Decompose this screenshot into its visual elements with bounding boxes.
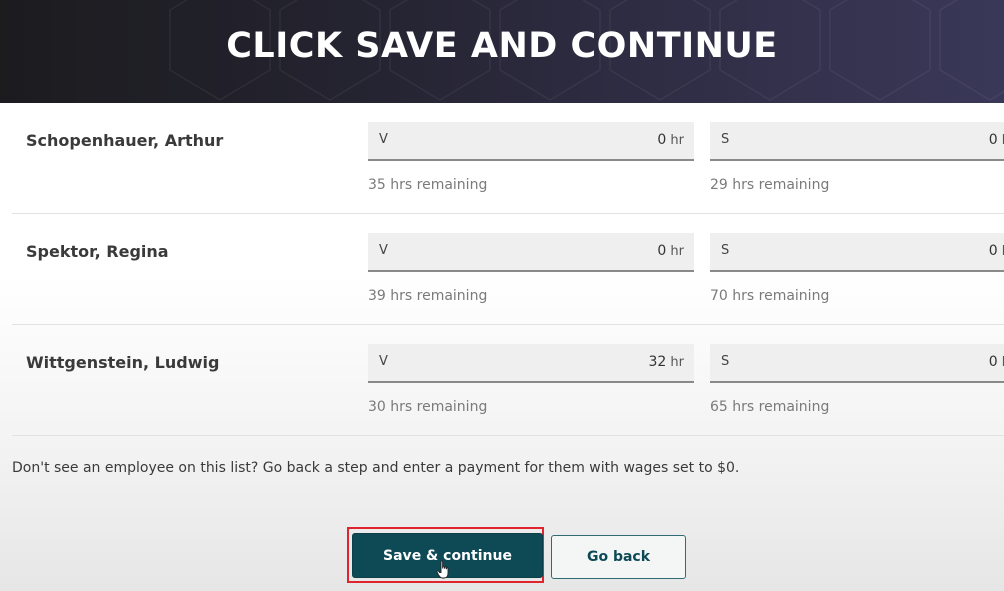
field-unit: hr [670, 244, 684, 259]
sick-remaining: 65 hrs remaining [710, 399, 830, 415]
vacation-remaining: 30 hrs remaining [368, 399, 488, 415]
vacation-hours-input[interactable]: V 0 hr [368, 122, 694, 161]
employee-name: Schopenhauer, Arthur [26, 131, 224, 150]
vacation-remaining: 39 hrs remaining [368, 288, 488, 304]
employee-name: Spektor, Regina [26, 242, 169, 261]
sick-hours-input[interactable]: S 0 h [710, 233, 1004, 272]
field-code: V [379, 243, 388, 258]
go-back-button[interactable]: Go back [551, 535, 686, 579]
field-unit: hr [670, 133, 684, 148]
sick-remaining: 70 hrs remaining [710, 288, 830, 304]
vacation-hours-input[interactable]: V 32 hr [368, 344, 694, 383]
banner-title: CLICK SAVE AND CONTINUE [226, 25, 778, 66]
employee-row: Wittgenstein, Ludwig V 32 hr S 0 h 30 hr… [12, 325, 1004, 436]
field-code: S [721, 354, 730, 369]
leave-hours-form: Schopenhauer, Arthur V 0 hr S 0 h 35 hrs… [0, 103, 1004, 591]
field-value: 0 [988, 243, 998, 259]
vacation-remaining: 35 hrs remaining [368, 177, 488, 193]
field-code: S [721, 132, 730, 147]
employee-name: Wittgenstein, Ludwig [26, 353, 220, 372]
vacation-hours-input[interactable]: V 0 hr [368, 233, 694, 272]
missing-employee-note: Don't see an employee on this list? Go b… [12, 460, 740, 476]
field-value: 0 [657, 243, 667, 259]
field-code: V [379, 132, 388, 147]
field-value: 0 [988, 132, 998, 148]
sick-hours-input[interactable]: S 0 h [710, 344, 1004, 383]
employee-row: Schopenhauer, Arthur V 0 hr S 0 h 35 hrs… [12, 103, 1004, 214]
field-code: S [721, 243, 730, 258]
field-value: 0 [657, 132, 667, 148]
tutorial-banner: CLICK SAVE AND CONTINUE [0, 0, 1004, 103]
employee-row: Spektor, Regina V 0 hr S 0 h 39 hrs rema… [12, 214, 1004, 325]
field-value: 32 [648, 354, 667, 370]
sick-remaining: 29 hrs remaining [710, 177, 830, 193]
sick-hours-input[interactable]: S 0 h [710, 122, 1004, 161]
hand-pointer-icon [436, 560, 449, 579]
field-unit: hr [670, 355, 684, 370]
field-code: V [379, 354, 388, 369]
field-value: 0 [988, 354, 998, 370]
